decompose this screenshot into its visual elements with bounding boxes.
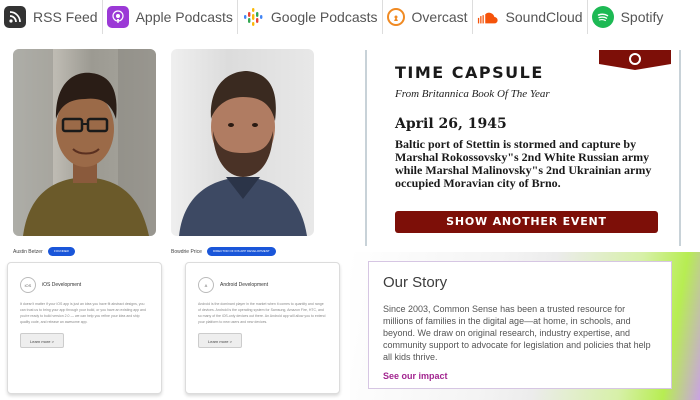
apple-podcasts-label: Apple Podcasts — [135, 9, 233, 25]
service-card-android: A Android Development Android is the dom… — [185, 262, 340, 394]
service-card-ios: iOS iOS Development It doesn't matter if… — [7, 262, 162, 394]
clock-icon — [629, 53, 641, 65]
event-date: April 26, 1945 — [395, 116, 507, 132]
ios-icon: iOS — [20, 277, 36, 293]
time-capsule-widget: TIME CAPSULE From Britannica Book Of The… — [365, 50, 681, 246]
rss-icon — [4, 6, 26, 28]
team-member-name: Bowdrie Price — [171, 249, 202, 255]
overcast-label: Overcast — [411, 9, 468, 25]
time-capsule-title: TIME CAPSULE — [395, 63, 544, 82]
team-member-role-badge: Director of iOS App Development — [207, 247, 276, 256]
team-member-photo — [13, 49, 156, 236]
team-member-photo — [171, 49, 314, 236]
soundcloud-link[interactable]: SoundCloud — [473, 0, 588, 34]
android-icon: A — [198, 277, 214, 293]
spotify-label: Spotify — [620, 9, 664, 25]
team-member-role-badge: Founder — [48, 247, 75, 256]
overcast-link[interactable]: Overcast — [383, 0, 473, 34]
service-description: It doesn't matter if your iOS app is jus… — [20, 302, 146, 324]
our-story-text: Since 2003, Common Sense has been a trus… — [383, 304, 651, 362]
event-description: Baltic port of Stettin is stormed and ca… — [395, 137, 652, 190]
soundcloud-label: SoundCloud — [505, 9, 583, 25]
overcast-icon — [386, 8, 405, 26]
apple-podcasts-icon — [106, 6, 129, 28]
our-story-card: Our Story Since 2003, Common Sense has b… — [368, 261, 672, 389]
podcast-bar: RSS Feed Apple Podcasts Google Podcasts — [0, 0, 700, 34]
google-podcasts-label: Google Podcasts — [270, 9, 378, 25]
apple-podcasts-link[interactable]: Apple Podcasts — [103, 0, 238, 34]
rss-feed-link[interactable]: RSS Feed — [0, 0, 103, 34]
service-title: iOS Development — [42, 282, 82, 288]
google-podcasts-icon — [242, 6, 264, 28]
service-description: Android is the dominant player in the ma… — [198, 302, 326, 324]
see-our-impact-link[interactable]: See our impact — [383, 371, 448, 381]
learn-more-button[interactable]: Learn more > — [198, 333, 242, 348]
learn-more-button[interactable]: Learn more > — [20, 333, 64, 348]
spotify-icon — [591, 6, 614, 28]
team-member-name: Austin Betzer — [13, 249, 43, 255]
time-capsule-ribbon — [599, 50, 671, 70]
soundcloud-icon — [477, 6, 499, 28]
our-story-title: Our Story — [383, 274, 448, 291]
spotify-link[interactable]: Spotify — [588, 0, 668, 34]
rss-feed-label: RSS Feed — [33, 9, 98, 25]
google-podcasts-link[interactable]: Google Podcasts — [238, 0, 383, 34]
service-title: Android Development — [220, 282, 269, 288]
show-another-event-button[interactable]: SHOW ANOTHER EVENT — [395, 211, 658, 233]
time-capsule-subtitle: From Britannica Book Of The Year — [395, 88, 550, 100]
team-section: Austin Betzer Founder Bowdrie Price Dire… — [0, 46, 350, 400]
